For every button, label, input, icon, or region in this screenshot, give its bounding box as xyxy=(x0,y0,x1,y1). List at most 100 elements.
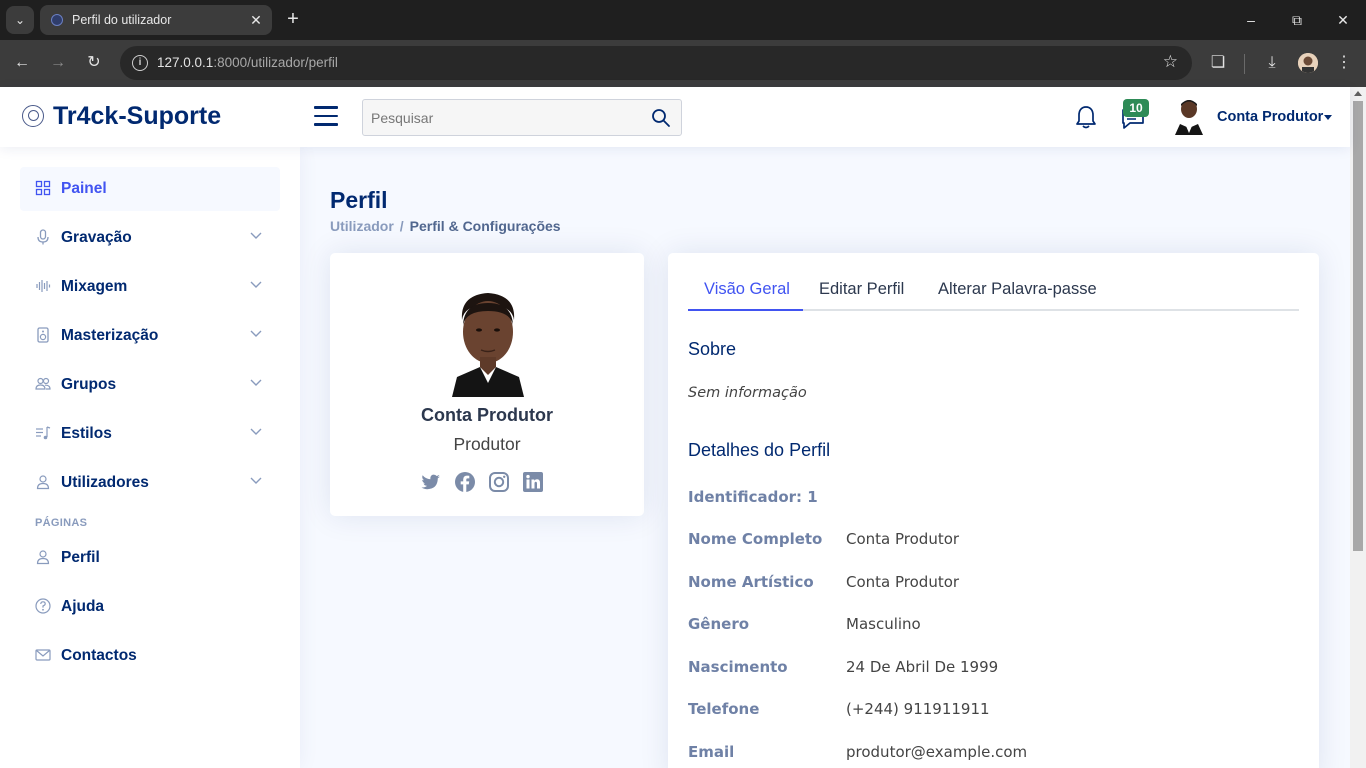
browser-profile-avatar[interactable] xyxy=(1298,53,1318,73)
address-bar[interactable]: i 127.0.0.1:8000/utilizador/perfil ☆ xyxy=(120,46,1192,80)
detail-value: Conta Produtor xyxy=(846,573,960,591)
detail-value: (+244) 911911911 xyxy=(846,700,990,718)
favicon-icon xyxy=(51,14,63,26)
page-title: Perfil xyxy=(330,187,388,213)
search-input[interactable] xyxy=(363,100,643,135)
grid-icon xyxy=(35,180,51,196)
about-section-title: Sobre xyxy=(688,339,737,359)
sidebar-item-gravacao[interactable]: Gravação xyxy=(20,216,280,260)
breadcrumb-link[interactable]: Utilizador xyxy=(330,218,394,234)
detail-value: Conta Produtor xyxy=(846,530,960,548)
chevron-down-icon xyxy=(250,379,262,386)
sidebar-item-label: Utilizadores xyxy=(61,474,149,491)
sidebar-item-mixagem[interactable]: Mixagem xyxy=(20,265,280,309)
twitter-icon[interactable] xyxy=(420,471,442,493)
tab-editar-perfil[interactable]: Editar Perfil xyxy=(819,280,904,299)
search-icon[interactable] xyxy=(651,108,671,128)
menu-toggle-icon[interactable] xyxy=(314,106,338,126)
sidebar-section-heading: PÁGINAS xyxy=(35,517,88,529)
tab-visao-geral[interactable]: Visão Geral xyxy=(704,280,790,299)
detail-label: Email xyxy=(688,743,735,761)
sidebar-item-contactos[interactable]: Contactos xyxy=(20,634,280,678)
site-info-icon[interactable]: i xyxy=(132,55,148,71)
detail-value: Masculino xyxy=(846,615,921,633)
browser-menu-icon[interactable]: ⋮ xyxy=(1332,51,1356,75)
logo-text[interactable]: Tr4ck-Suporte xyxy=(53,102,221,131)
detail-label: Nascimento xyxy=(688,658,788,676)
bookmark-star-icon[interactable]: ☆ xyxy=(1163,52,1178,72)
url-text: 127.0.0.1:8000/utilizador/perfil xyxy=(157,55,338,70)
sidebar-item-estilos[interactable]: Estilos xyxy=(20,412,280,456)
tab-search-button[interactable]: ⌄ xyxy=(6,6,34,34)
sidebar-item-perfil[interactable]: Perfil xyxy=(20,536,280,580)
back-icon[interactable]: ← xyxy=(9,50,35,76)
scrollbar-thumb[interactable] xyxy=(1353,101,1363,551)
person-icon xyxy=(36,475,50,490)
detail-label: Nome Completo xyxy=(688,530,823,548)
sidebar-item-label: Ajuda xyxy=(61,598,105,615)
page-scrollbar[interactable] xyxy=(1350,87,1366,768)
extensions-icon[interactable]: ❏ xyxy=(1206,51,1230,75)
close-window-icon[interactable]: ✕ xyxy=(1331,8,1355,32)
close-tab-icon[interactable]: ✕ xyxy=(248,11,264,29)
scroll-up-icon[interactable] xyxy=(1354,91,1362,96)
active-tab-indicator xyxy=(688,309,803,311)
chevron-down-icon xyxy=(250,281,262,288)
avatar[interactable] xyxy=(1174,97,1204,135)
sidebar-item-utilizadores[interactable]: Utilizadores xyxy=(20,461,280,505)
caret-down-icon[interactable] xyxy=(1324,115,1332,120)
sidebar-item-label: Estilos xyxy=(61,425,112,442)
chevron-down-icon: ⌄ xyxy=(14,13,26,27)
tab-alterar-palavra-passe[interactable]: Alterar Palavra-passe xyxy=(938,280,1097,299)
app-header: Tr4ck-Suporte 10 Conta Produtor xyxy=(0,87,1350,147)
restore-icon[interactable]: ⧉ xyxy=(1285,8,1309,32)
profile-photo xyxy=(452,275,524,397)
forward-icon[interactable]: → xyxy=(45,50,71,76)
sidebar-item-label: Mixagem xyxy=(61,278,128,295)
chevron-down-icon xyxy=(250,477,262,484)
sidebar-item-painel[interactable]: Painel xyxy=(20,167,280,211)
user-menu-name[interactable]: Conta Produtor xyxy=(1217,109,1323,125)
bell-icon[interactable] xyxy=(1074,104,1098,130)
envelope-icon xyxy=(35,649,51,661)
sidebar-item-label: Contactos xyxy=(61,647,137,664)
speaker-icon xyxy=(37,327,49,343)
profile-role: Produtor xyxy=(453,434,521,454)
profile-tabs: Visão Geral Editar Perfil Alterar Palavr… xyxy=(688,273,1299,311)
person-icon xyxy=(36,550,50,565)
instagram-icon[interactable] xyxy=(488,471,510,493)
new-tab-button[interactable]: + xyxy=(282,8,304,30)
chevron-down-icon xyxy=(250,232,262,239)
detail-value: 24 De Abril De 1999 xyxy=(846,658,999,676)
sidebar-item-ajuda[interactable]: Ajuda xyxy=(20,585,280,629)
browser-tab[interactable]: Perfil do utilizador ✕ xyxy=(40,5,272,35)
minimize-icon[interactable]: – xyxy=(1239,8,1263,32)
sidebar-item-grupos[interactable]: Grupos xyxy=(20,363,280,407)
breadcrumb-current: Perfil & Configurações xyxy=(409,218,561,234)
sidebar-item-label: Perfil xyxy=(61,549,100,566)
messages-badge: 10 xyxy=(1123,99,1149,117)
sidebar: Painel Gravação Mixagem Masterização Gru… xyxy=(0,147,300,768)
sidebar-item-label: Masterização xyxy=(61,327,159,344)
breadcrumb-separator: / xyxy=(399,218,404,234)
tab-title: Perfil do utilizador xyxy=(72,13,172,27)
identifier-label: Identificador: 1 xyxy=(688,488,818,506)
detail-label: Gênero xyxy=(688,615,750,633)
download-icon[interactable]: ⤓ xyxy=(1260,51,1284,75)
detail-label: Nome Artístico xyxy=(688,573,814,591)
social-links xyxy=(420,471,554,493)
people-icon xyxy=(35,377,51,390)
reload-icon[interactable]: ↻ xyxy=(81,50,107,76)
browser-tab-strip: ⌄ Perfil do utilizador ✕ + – ⧉ ✕ xyxy=(0,0,1366,40)
facebook-icon[interactable] xyxy=(454,471,476,493)
profile-card: Conta Produtor Produtor xyxy=(330,253,644,516)
toolbar-divider xyxy=(1244,54,1245,74)
sidebar-item-label: Grupos xyxy=(61,376,117,393)
chevron-down-icon xyxy=(250,428,262,435)
browser-toolbar: ← → ↻ i 127.0.0.1:8000/utilizador/perfil… xyxy=(0,40,1366,87)
linkedin-icon[interactable] xyxy=(522,471,544,493)
logo-icon xyxy=(22,105,44,127)
sidebar-item-label: Painel xyxy=(61,180,107,197)
sidebar-item-masterizacao[interactable]: Masterização xyxy=(20,314,280,358)
music-list-icon xyxy=(36,426,51,440)
